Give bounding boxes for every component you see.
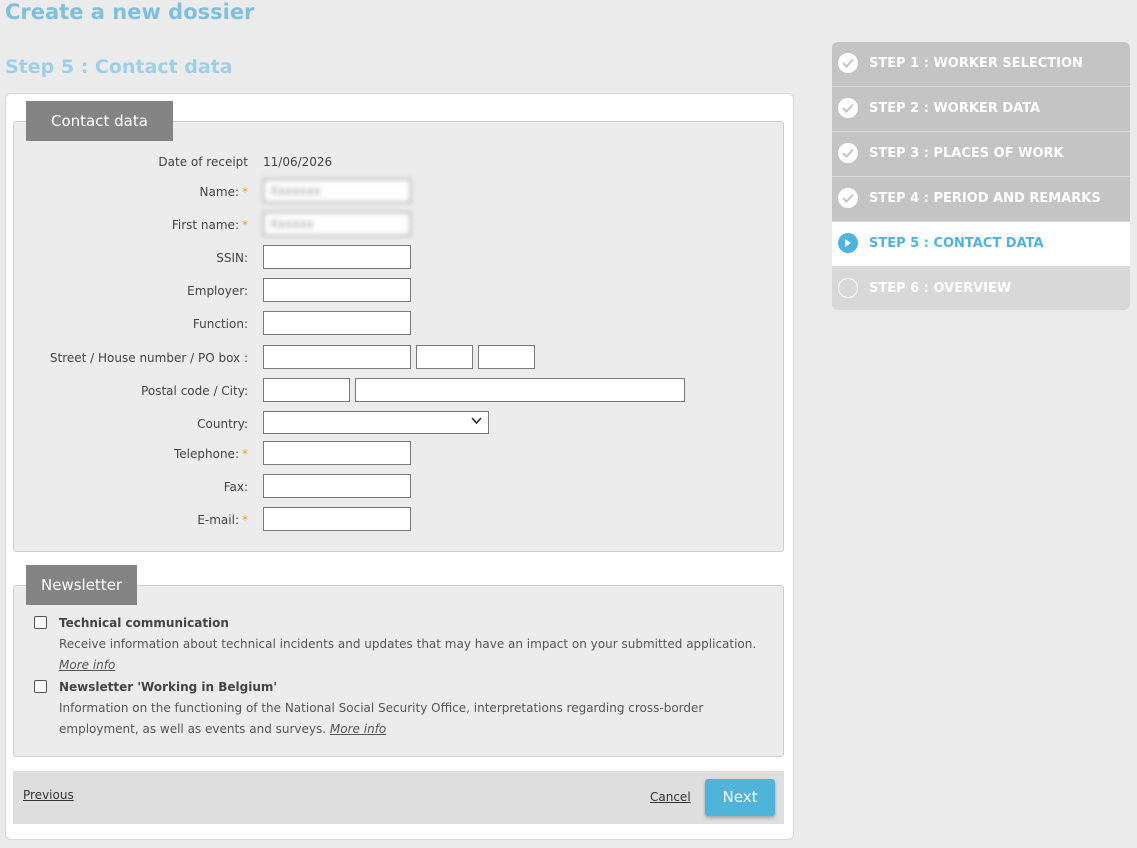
step-label: STEP 2 : WORKER DATA [869,101,1041,116]
working-in-belgium-title: Newsletter 'Working in Belgium' [59,680,278,694]
play-icon [838,233,858,253]
employer-row: Employer: [14,278,783,304]
street-row: Street / House number / PO box : [14,345,783,371]
newsletter-legend: Newsletter [26,565,138,605]
required-marker: * [242,218,248,232]
more-info-link[interactable]: More info [330,722,386,736]
name-label: Name: * [199,185,248,199]
ssin-row: SSIN: [14,245,783,271]
country-row: Country: [14,411,783,437]
page-title: Create a new dossier [5,0,255,24]
check-icon [838,53,858,73]
first-name-row: First name: * [14,212,783,238]
working-in-belgium-description: Information on the functioning of the Na… [59,701,704,736]
step-6-item[interactable]: STEP 6 : OVERVIEW [832,267,1130,310]
technical-communication-checkbox[interactable] [34,616,47,629]
required-marker: * [242,513,248,527]
main-form-card: Contact data Date of receipt 11/06/2026 … [5,93,794,840]
city-input[interactable] [355,378,685,402]
street-input[interactable] [263,345,411,369]
contact-data-fieldset: Contact data Date of receipt 11/06/2026 … [13,101,784,552]
form-footer: Previous Cancel Next [13,771,784,824]
fax-input[interactable] [263,474,411,498]
telephone-row: Telephone: * [14,441,783,467]
street-label: Street / House number / PO box : [49,351,248,365]
required-marker: * [242,447,248,461]
function-input[interactable] [263,311,411,335]
step-label: STEP 3 : PLACES OF WORK [869,146,1064,161]
first-name-input[interactable] [263,212,411,236]
name-row: Name: * [14,179,783,205]
step-label: STEP 5 : CONTACT DATA [869,236,1044,251]
name-input[interactable] [263,179,411,203]
date-of-receipt-label: Date of receipt [158,155,248,169]
newsletter-fieldset: Newsletter Technical communication Recei… [13,565,784,757]
step-1-item[interactable]: STEP 1 : WORKER SELECTION [832,42,1130,86]
contact-data-legend: Contact data [26,101,173,141]
required-marker: * [242,185,248,199]
postal-city-label: Postal code / City: [141,384,248,398]
circle-icon [838,278,858,298]
previous-link[interactable]: Previous [23,788,74,802]
fax-row: Fax: [14,474,783,500]
step-2-item[interactable]: STEP 2 : WORKER DATA [832,87,1130,131]
first-name-label: First name: * [171,218,248,232]
more-info-link[interactable]: More info [59,658,115,672]
cancel-link[interactable]: Cancel [650,790,691,804]
step-label: STEP 6 : OVERVIEW [869,281,1012,296]
telephone-input[interactable] [263,441,411,465]
step-4-item[interactable]: STEP 4 : PERIOD AND REMARKS [832,177,1130,221]
date-of-receipt-row: Date of receipt 11/06/2026 [14,149,783,175]
check-icon [838,143,858,163]
step-3-item[interactable]: STEP 3 : PLACES OF WORK [832,132,1130,176]
telephone-label: Telephone: * [174,447,248,461]
employer-input[interactable] [263,278,411,302]
email-input[interactable] [263,507,411,531]
check-icon [838,98,858,118]
check-icon [838,188,858,208]
country-label: Country: [197,417,248,431]
fax-label: Fax: [223,480,248,494]
step-5-item[interactable]: STEP 5 : CONTACT DATA [832,222,1130,266]
house-number-input[interactable] [416,345,473,369]
postal-code-input[interactable] [263,378,350,402]
step-label: STEP 4 : PERIOD AND REMARKS [869,191,1101,206]
function-row: Function: [14,311,783,337]
next-button[interactable]: Next [705,779,775,816]
chevron-down-icon [471,415,482,429]
step-title: Step 5 : Contact data [5,56,233,78]
date-of-receipt-value: 11/06/2026 [263,155,333,169]
steps-panel: STEP 1 : WORKER SELECTION STEP 2 : WORKE… [832,42,1130,310]
technical-communication-title: Technical communication [59,616,229,630]
country-select[interactable] [263,411,489,434]
po-box-input[interactable] [478,345,535,369]
postal-city-row: Postal code / City: [14,378,783,404]
ssin-input[interactable] [263,245,411,269]
working-in-belgium-checkbox[interactable] [34,680,47,693]
email-label: E-mail: * [197,513,248,527]
ssin-label: SSIN: [216,251,248,265]
email-row: E-mail: * [14,507,783,533]
function-label: Function: [192,317,248,331]
employer-label: Employer: [187,284,248,298]
step-label: STEP 1 : WORKER SELECTION [869,56,1083,71]
technical-communication-description: Receive information about technical inci… [59,637,757,672]
